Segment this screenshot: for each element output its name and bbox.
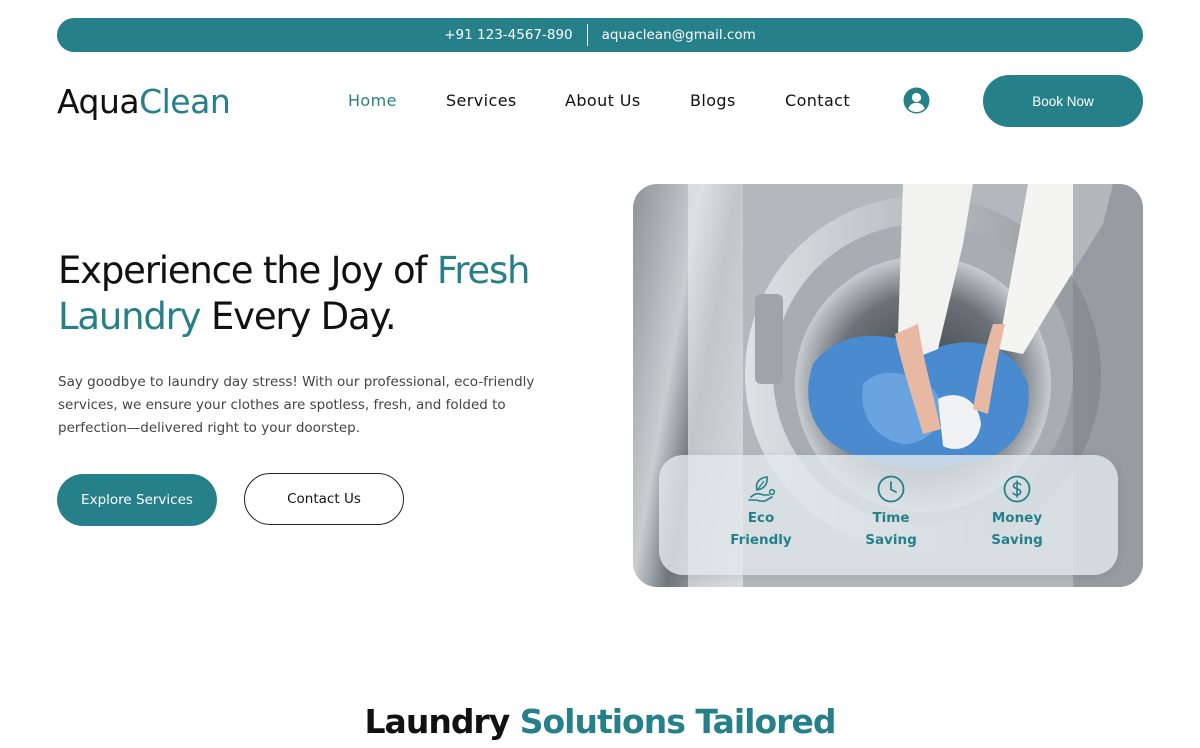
feature-money-line2: Saving (991, 532, 1043, 548)
nav-contact[interactable]: Contact (785, 91, 850, 110)
site-logo[interactable]: AquaClean (57, 82, 231, 121)
nav-services[interactable]: Services (446, 91, 517, 110)
explore-services-button[interactable]: Explore Services (57, 474, 217, 526)
feature-money-line1: Money (991, 510, 1043, 526)
features-panel: Eco Friendly Time Saving Money Saving (659, 455, 1118, 575)
email-address[interactable]: aquaclean@gmail.com (588, 27, 756, 43)
feature-money-saving: Money Saving (962, 473, 1072, 551)
user-circle-icon[interactable] (903, 87, 930, 114)
hero-title-part1: Experience the Joy of (58, 249, 437, 292)
nav-blogs[interactable]: Blogs (690, 91, 736, 110)
clock-icon (877, 475, 905, 503)
feature-eco-line1: Eco (747, 510, 775, 526)
section-title-accent: Solutions Tailored (519, 702, 837, 741)
section-title: Laundry Solutions Tailored (0, 702, 1200, 741)
eco-hand-leaf-icon (748, 476, 776, 503)
book-now-button[interactable]: Book Now (983, 75, 1143, 127)
feature-eco-line2: Friendly (730, 532, 792, 548)
hero-laundry-image: Eco Friendly Time Saving Money Saving (633, 184, 1143, 587)
feature-time-line1: Time (872, 510, 910, 526)
dollar-coin-icon (1003, 475, 1031, 503)
nav-about-us[interactable]: About Us (565, 91, 641, 110)
section-title-part1: Laundry (364, 702, 520, 741)
hero-description: Say goodbye to laundry day stress! With … (58, 374, 535, 436)
logo-part-aqua: Aqua (57, 82, 140, 121)
contact-topbar: +91 123-4567-890 aquaclean@gmail.com (57, 18, 1143, 52)
feature-eco-friendly: Eco Friendly (706, 473, 816, 551)
topbar-divider (586, 24, 588, 46)
feature-time-line2: Saving (865, 532, 917, 548)
nav-home[interactable]: Home (348, 91, 397, 110)
phone-number[interactable]: +91 123-4567-890 (444, 27, 586, 43)
contact-us-button[interactable]: Contact Us (244, 473, 404, 525)
hero-title: Experience the Joy of Fresh Laundry Ever… (58, 248, 598, 340)
feature-time-saving: Time Saving (836, 473, 946, 551)
logo-part-clean: Clean (139, 82, 231, 121)
hero-title-part2: Every Day. (200, 295, 397, 338)
